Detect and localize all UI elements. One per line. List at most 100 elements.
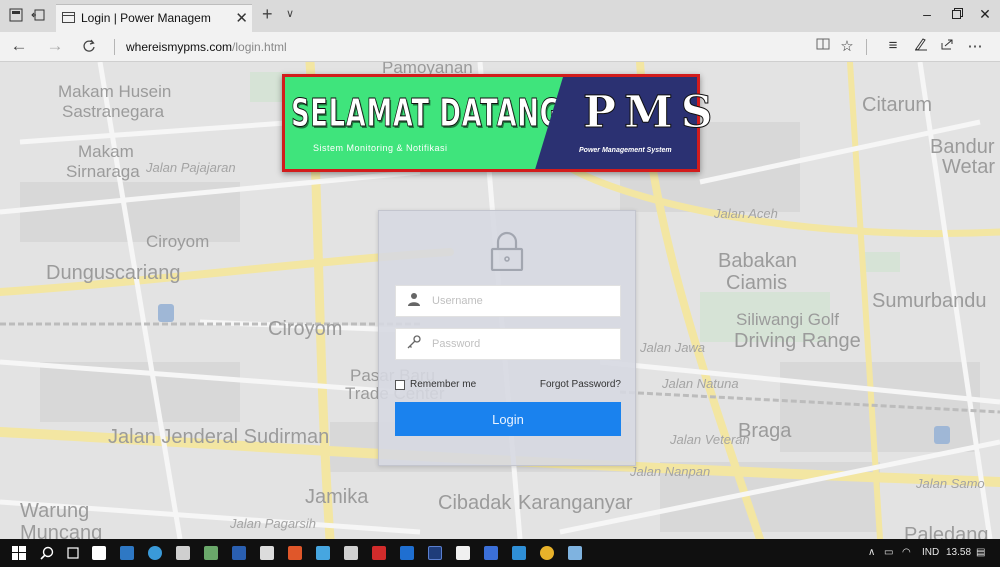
map-label: Jalan Pajajaran [146,160,236,175]
tab-login[interactable]: Login | Power Managem ✕ [56,4,252,32]
more-icon[interactable]: ⋯ [966,37,984,55]
app-icon-5[interactable] [260,546,274,560]
taskbar: ∧ ▭ ◠ IND 13.58 ▤ [0,539,1000,567]
tab-title: Login | Power Managem [81,11,211,25]
login-button[interactable]: Login [395,402,621,436]
map-label: Jamika [305,486,369,508]
url-path: /login.html [232,40,287,54]
key-icon [406,335,422,353]
map-label: Makam Husein [58,82,172,101]
close-tab-icon[interactable]: ✕ [235,9,248,27]
task-view-icon[interactable] [66,546,80,560]
remember-me-label[interactable]: Remember me [410,379,476,390]
windows-start-icon[interactable] [12,546,26,560]
map-label: Jalan Nanpan [630,464,711,479]
language-indicator[interactable]: IND [922,547,939,558]
close-window-button[interactable]: ✕ [974,6,996,23]
app-icon-3[interactable] [204,546,218,560]
pms-logo: PMS [583,87,721,139]
app-icon-4[interactable] [232,546,246,560]
map-label: Jalan Veteran [670,432,750,447]
user-icon [406,292,422,310]
favorite-star-icon[interactable]: ☆ [838,37,856,55]
map-label: Babakan [718,250,797,272]
reading-view-icon[interactable] [814,37,832,55]
pms-logo-tagline: Power Management System [579,147,672,154]
new-tab-button[interactable]: + [262,4,273,25]
app-icon-13[interactable] [568,546,582,560]
map-label: Wetar [942,156,995,178]
map-label: Jalan Jawa [640,340,706,355]
page-content: Makam Husein Sastranegara Makam Sirnaraga Ja… [0,62,1000,539]
battery-icon[interactable]: ▭ [884,547,893,558]
map-label: Siliwangi Golf [736,310,839,329]
map-label: Ciroyom [268,318,343,340]
map-label: Warung [20,500,90,522]
action-center-icon[interactable]: ▤ [976,547,985,558]
map-label: Muncang [20,522,103,539]
map-label: Cibadak [438,492,512,514]
url-host: whereismypms.com [126,40,233,54]
banner-title: SELAMAT DATANG [291,91,562,136]
map-label: Sirnaraga [66,162,140,181]
map-label: Jalan Jenderal Sudirman [108,426,330,448]
page-icon [62,12,75,23]
forward-button[interactable]: → [44,36,66,56]
map-label: Jalan Pagarsih [230,516,316,531]
app-icon-10[interactable] [456,546,470,560]
url-field[interactable]: whereismypms.com/login.html [126,40,287,54]
map-label: Driving Range [734,330,861,352]
welcome-banner: SELAMAT DATANG Sistem Monitoring & Notif… [282,74,713,172]
map-label: Ciroyom [146,232,210,251]
browser-tab-bar: Login | Power Managem ✕ + ∨ – ✕ [0,0,1000,32]
tab-preview-icon[interactable] [8,8,24,24]
minimize-button[interactable]: – [916,6,938,22]
file-explorer-icon[interactable] [120,546,134,560]
app-icon-1[interactable] [148,546,162,560]
chrome-icon[interactable] [540,546,554,560]
clock[interactable]: 13.58 [946,547,971,558]
map-label: Sumurbandu [872,290,987,312]
map-label: Jalan Aceh [714,206,778,221]
address-bar: ← → whereismypms.com/login.html ☆ ≡ ⋯ [0,32,1000,62]
username-input[interactable] [432,286,618,316]
refresh-button[interactable] [78,36,100,58]
map-label: Citarum [862,94,933,116]
web-note-icon[interactable] [912,37,930,55]
app-icon-2[interactable] [176,546,190,560]
password-input[interactable] [432,329,618,359]
remember-me-checkbox[interactable] [395,380,405,390]
forgot-password-link[interactable]: Forgot Password? [540,379,621,390]
photoshop-icon[interactable] [428,546,442,560]
app-icon-8[interactable] [344,546,358,560]
map-label: Makam [78,142,134,161]
app-icon-11[interactable] [484,546,498,560]
map-label: Jalan Natuna [662,376,739,391]
map-label: Sastranegara [62,102,165,121]
remember-row: Remember me Forgot Password? [395,378,621,394]
edge-icon[interactable] [400,546,414,560]
map-label: Dunguscariang [46,262,181,284]
app-icon-7[interactable] [316,546,330,560]
lock-icon [490,231,524,271]
chevron-down-icon[interactable]: ∨ [286,7,294,20]
login-form: Remember me Forgot Password? Login [378,210,636,466]
tray-chevron-icon[interactable]: ∧ [868,547,875,558]
app-icon-12[interactable] [512,546,526,560]
set-aside-tabs-icon[interactable] [30,8,46,24]
map-label: Karanganyar [518,492,633,514]
map-label: Ciamis [726,272,788,294]
hub-icon[interactable]: ≡ [884,37,902,54]
app-icon-6[interactable] [288,546,302,560]
wifi-icon[interactable]: ◠ [902,547,911,558]
back-button[interactable]: ← [8,36,30,56]
restore-button[interactable] [946,6,968,22]
store-icon[interactable] [92,546,106,560]
map-label: Paledang [904,524,989,539]
banner-subtitle: Sistem Monitoring & Notifikasi [313,143,448,153]
search-icon[interactable] [40,546,54,560]
banner-green-panel: SELAMAT DATANG Sistem Monitoring & Notif… [285,77,563,169]
app-icon-9[interactable] [372,546,386,560]
share-icon[interactable] [938,37,956,55]
map-label: Jalan Samo [916,476,985,491]
